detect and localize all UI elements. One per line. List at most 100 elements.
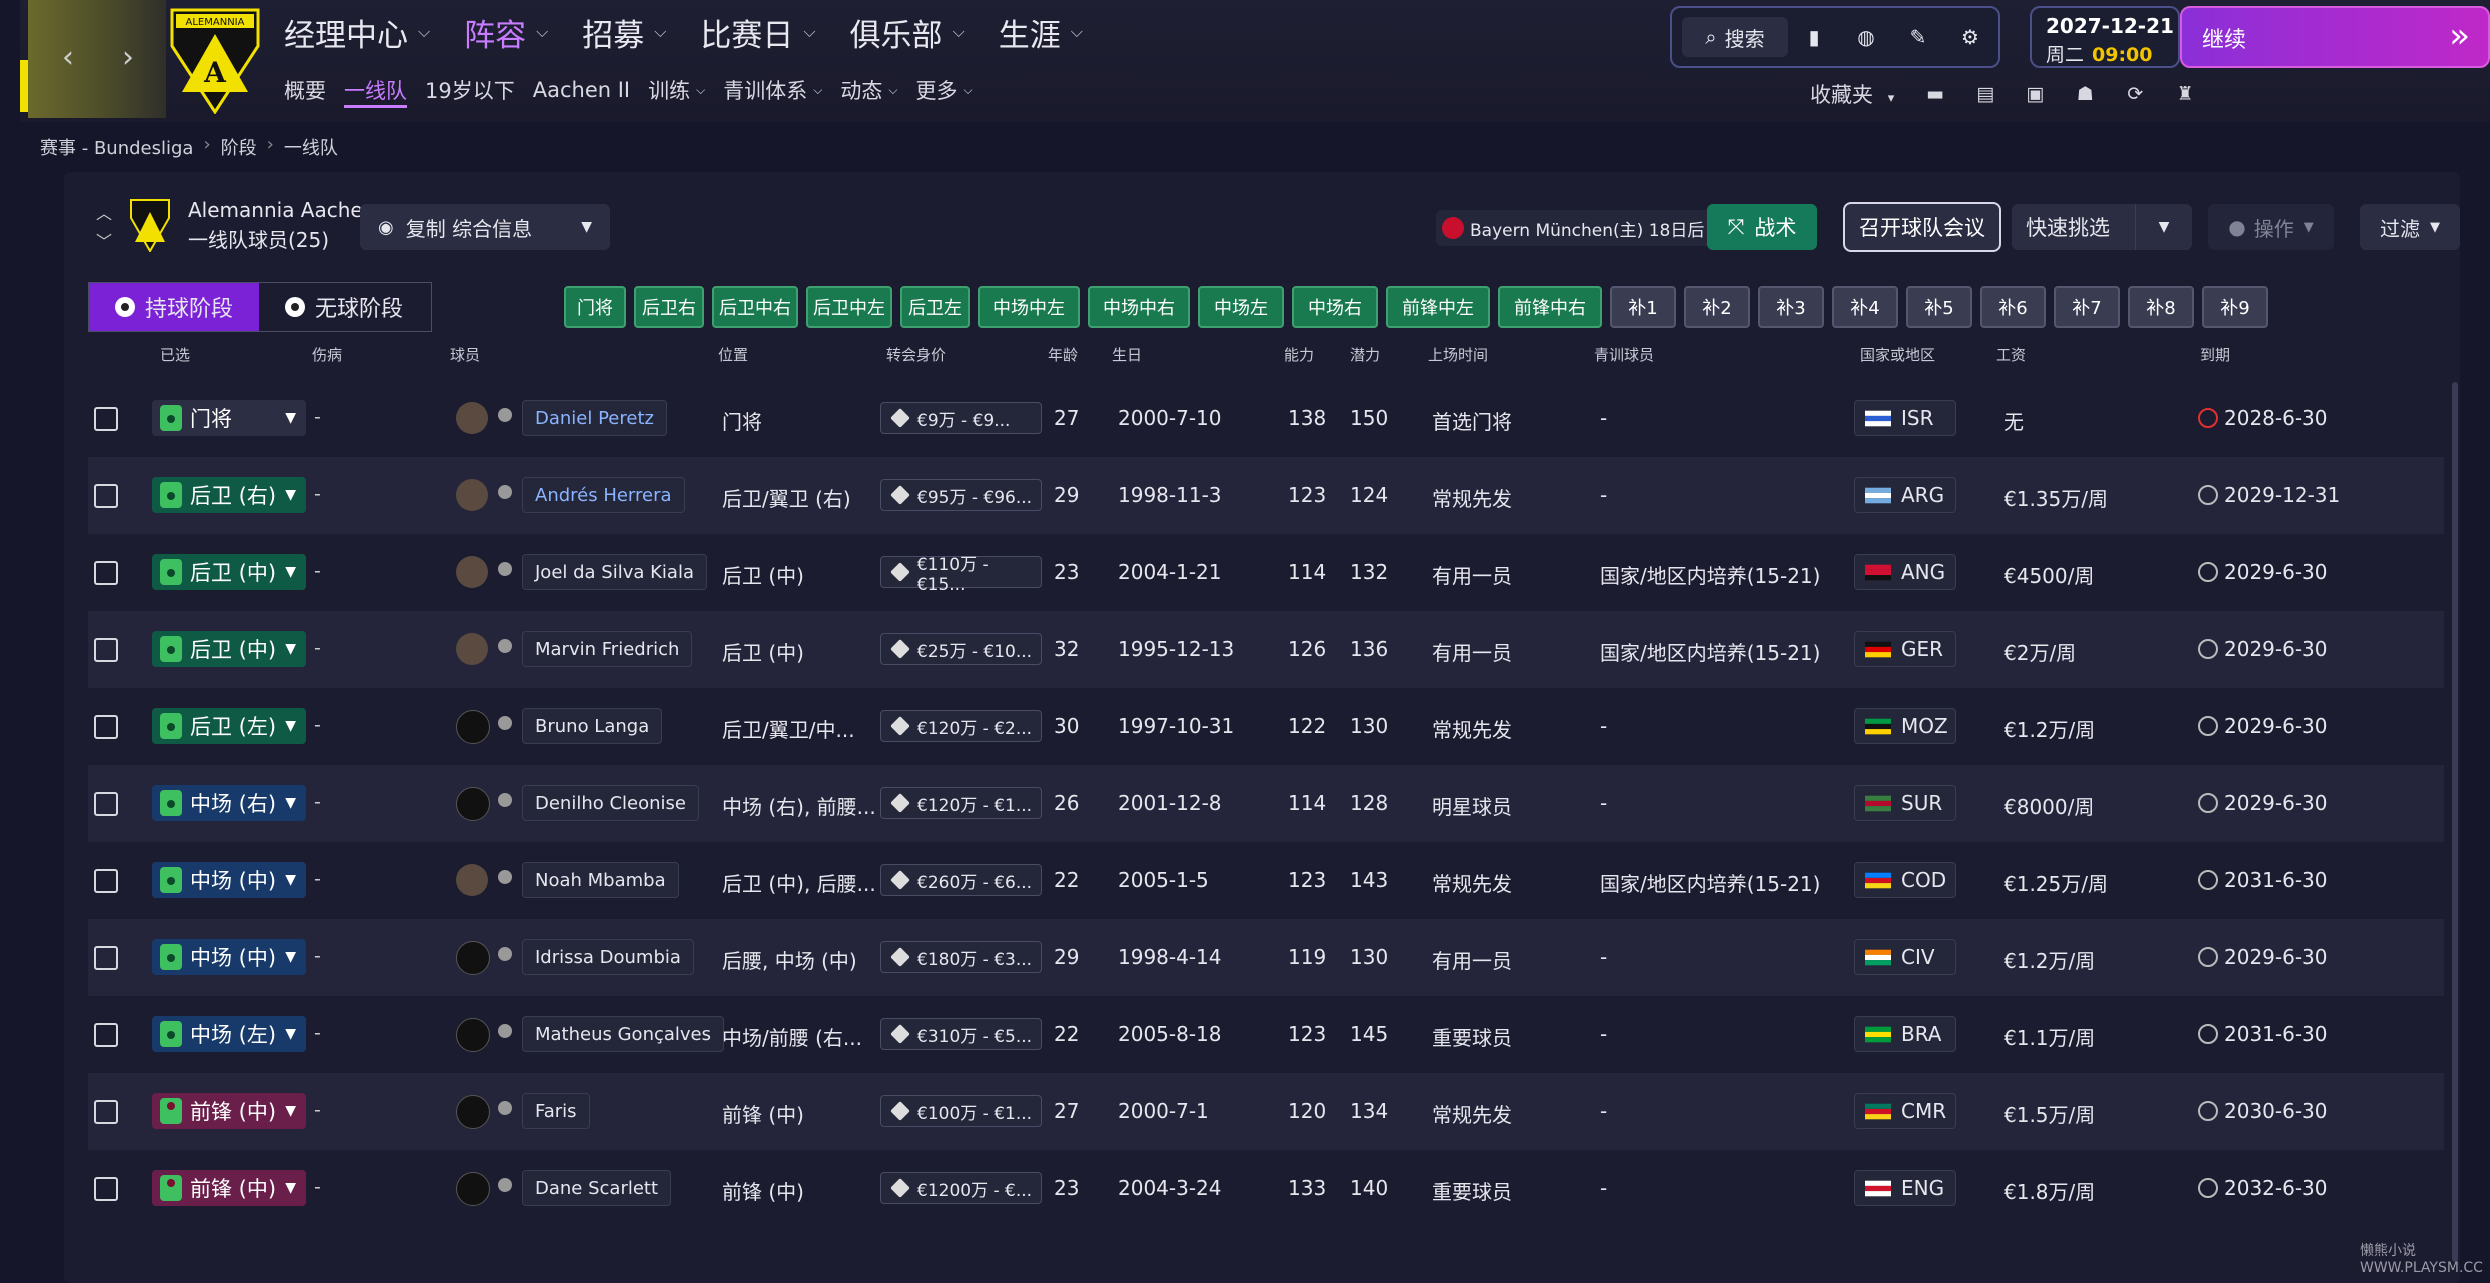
position-chip[interactable]: 后卫中左 (806, 286, 892, 328)
chevron-down-icon[interactable]: ▼ (2135, 204, 2192, 250)
sub-nav-item[interactable]: 动态 ⌵ (840, 72, 897, 108)
player-name-link[interactable]: Marvin Friedrich (522, 631, 693, 667)
table-row[interactable]: 门将 ▼ - Daniel Peretz 门将 €9万 - €9... 27 2000-7-1… (88, 380, 2444, 457)
trophy-icon[interactable]: ♜ (2160, 76, 2210, 112)
player-name-link[interactable]: Matheus Gonçalves (522, 1016, 725, 1052)
refresh-icon[interactable]: ⟳ (2110, 76, 2160, 112)
table-row[interactable]: 前锋 (中) ▼ - Faris 前锋 (中) €100万 - €1... 27 2000-7… (88, 1073, 2444, 1150)
table-row[interactable]: 后卫 (中) ▼ - Joel da Silva Kiala 后卫 (中) €110万 -… (88, 534, 2444, 611)
select-checkbox[interactable] (94, 792, 118, 816)
breadcrumb-item[interactable]: 赛事 - Bundesliga (40, 134, 193, 160)
position-chip[interactable]: 补8 (2128, 286, 2194, 328)
main-nav-item[interactable]: 俱乐部 ⌵ (850, 8, 965, 56)
column-header[interactable]: 工资 (1996, 344, 2026, 365)
favorites-dropdown[interactable]: 收藏夹 ▾ (1810, 79, 1894, 109)
next-match-badge[interactable]: Bayern München(主) 18日后 (1436, 210, 1717, 246)
table-row[interactable]: 后卫 (左) ▼ - Bruno Langa 后卫/翼卫/中... €120万 - €2.… (88, 688, 2444, 765)
main-nav-item[interactable]: 招募 ⌵ (582, 8, 666, 56)
back-arrow-icon[interactable]: ‹ (48, 38, 88, 78)
nationality-badge[interactable]: GER (1854, 631, 1956, 667)
player-name-link[interactable]: Daniel Peretz (522, 400, 667, 436)
player-name-link[interactable]: Faris (522, 1093, 590, 1129)
sub-nav-item[interactable]: 一线队 (344, 72, 407, 108)
transfer-value-badge[interactable]: €180万 - €3... (880, 941, 1042, 973)
quick-pick-button[interactable]: 快速挑选 ▼ (2012, 204, 2192, 250)
team-meeting-button[interactable]: 召开球队会议 (1843, 202, 2001, 252)
column-header[interactable]: 青训球员 (1594, 344, 1654, 365)
staff-icon[interactable]: ☗ (2060, 76, 2110, 112)
position-select[interactable]: 中场 (中) ▼ (152, 862, 306, 898)
chat-icon[interactable]: ▬ (1910, 76, 1960, 112)
tactics-button[interactable]: ⤧ 战术 (1707, 204, 1817, 250)
transfer-value-badge[interactable]: €1200万 - €... (880, 1172, 1042, 1204)
player-name-link[interactable]: Bruno Langa (522, 708, 663, 744)
player-name-link[interactable]: Joel da Silva Kiala (522, 554, 707, 590)
column-header[interactable]: 已选 (160, 344, 190, 365)
position-chip[interactable]: 后卫右 (634, 286, 704, 328)
sub-nav-item[interactable]: 更多 ⌵ (915, 72, 972, 108)
column-header[interactable]: 转会身价 (886, 344, 946, 365)
column-header[interactable]: 年龄 (1048, 344, 1078, 365)
nationality-badge[interactable]: MOZ (1854, 708, 1956, 744)
nationality-badge[interactable]: COD (1854, 862, 1956, 898)
report-icon[interactable]: ▣ (2010, 76, 2060, 112)
position-chip[interactable]: 中场右 (1292, 286, 1378, 328)
column-header[interactable]: 球员 (450, 344, 480, 365)
player-name-link[interactable]: Denilho Cleonise (522, 785, 700, 821)
table-row[interactable]: 后卫 (中) ▼ - Marvin Friedrich 后卫 (中) €25万 - €10… (88, 611, 2444, 688)
select-checkbox[interactable] (94, 869, 118, 893)
club-crest-logo[interactable]: ALEMANNIA A (170, 6, 260, 114)
position-select[interactable]: 后卫 (中) ▼ (152, 554, 306, 590)
select-checkbox[interactable] (94, 407, 118, 431)
select-checkbox[interactable] (94, 561, 118, 585)
transfer-value-badge[interactable]: €9万 - €9... (880, 402, 1042, 434)
transfer-value-badge[interactable]: €100万 - €1... (880, 1095, 1042, 1127)
phase-tab[interactable]: 持球阶段 (89, 283, 259, 331)
main-nav-item[interactable]: 比赛日 ⌵ (700, 8, 815, 56)
nationality-badge[interactable]: CMR (1854, 1093, 1956, 1129)
position-select[interactable]: 中场 (左) ▼ (152, 1016, 306, 1052)
table-scrollbar[interactable] (2452, 382, 2458, 1262)
date-display[interactable]: 2027-12-21 周二 09:00 (2030, 6, 2180, 68)
main-nav-item[interactable]: 生涯 ⌵ (999, 8, 1083, 56)
nationality-badge[interactable]: ENG (1854, 1170, 1956, 1206)
sub-nav-item[interactable]: 青训体系 ⌵ (723, 72, 822, 108)
table-row[interactable]: 中场 (右) ▼ - Denilho Cleonise 中场 (右), 前腰... €12… (88, 765, 2444, 842)
transfer-value-badge[interactable]: €120万 - €2... (880, 710, 1042, 742)
transfer-value-badge[interactable]: €260万 - €6... (880, 864, 1042, 896)
select-checkbox[interactable] (94, 484, 118, 508)
select-checkbox[interactable] (94, 1177, 118, 1201)
table-row[interactable]: 中场 (左) ▼ - Matheus Gonçalves 中场/前腰 (右... €310… (88, 996, 2444, 1073)
sub-nav-item[interactable]: 训练 ⌵ (648, 72, 705, 108)
table-row[interactable]: 后卫 (右) ▼ - Andrés Herrera 后卫/翼卫 (右) €95万 - €9… (88, 457, 2444, 534)
transfer-value-badge[interactable]: €110万 - €15... (880, 555, 1042, 595)
column-header[interactable]: 能力 (1284, 344, 1314, 365)
view-select[interactable]: ◉ 复制 综合信息 ▼ (360, 204, 610, 250)
table-row[interactable]: 前锋 (中) ▼ - Dane Scarlett 前锋 (中) €1200万 - €...… (88, 1150, 2444, 1227)
position-select[interactable]: 中场 (右) ▼ (152, 785, 306, 821)
position-select[interactable]: 前锋 (中) ▼ (152, 1170, 306, 1206)
position-select[interactable]: 前锋 (中) ▼ (152, 1093, 306, 1129)
column-header[interactable]: 潜力 (1350, 344, 1380, 365)
position-chip[interactable]: 补5 (1906, 286, 1972, 328)
sort-updown-icon[interactable]: ︿ ﹀ (96, 200, 112, 256)
position-select[interactable]: 后卫 (右) ▼ (152, 477, 306, 513)
column-header[interactable]: 到期 (2200, 344, 2230, 365)
nationality-badge[interactable]: BRA (1854, 1016, 1956, 1052)
table-row[interactable]: 中场 (中) ▼ - Idrissa Doumbia 后腰, 中场 (中) €180万 -… (88, 919, 2444, 996)
sub-nav-item[interactable]: 19岁以下 (425, 72, 515, 108)
continue-button[interactable]: 继续 » (2180, 6, 2490, 68)
position-select[interactable]: 后卫 (左) ▼ (152, 708, 306, 744)
breadcrumb-item[interactable]: 阶段 (221, 134, 257, 160)
position-chip[interactable]: 门将 (564, 286, 626, 328)
transfer-value-badge[interactable]: €120万 - €1... (880, 787, 1042, 819)
shirt-icon[interactable]: ▤ (1960, 76, 2010, 112)
select-checkbox[interactable] (94, 638, 118, 662)
search-button[interactable]: ⌕ 搜索 (1682, 17, 1788, 57)
nationality-badge[interactable]: ISR (1854, 400, 1956, 436)
bookmark-icon[interactable]: ▮ (1788, 17, 1840, 57)
main-nav-item[interactable]: 经理中心 ⌵ (284, 8, 430, 56)
position-chip[interactable]: 补1 (1610, 286, 1676, 328)
table-row[interactable]: 中场 (中) ▼ - Noah Mbamba 后卫 (中), 后腰... €260万 - … (88, 842, 2444, 919)
player-name-link[interactable]: Noah Mbamba (522, 862, 679, 898)
